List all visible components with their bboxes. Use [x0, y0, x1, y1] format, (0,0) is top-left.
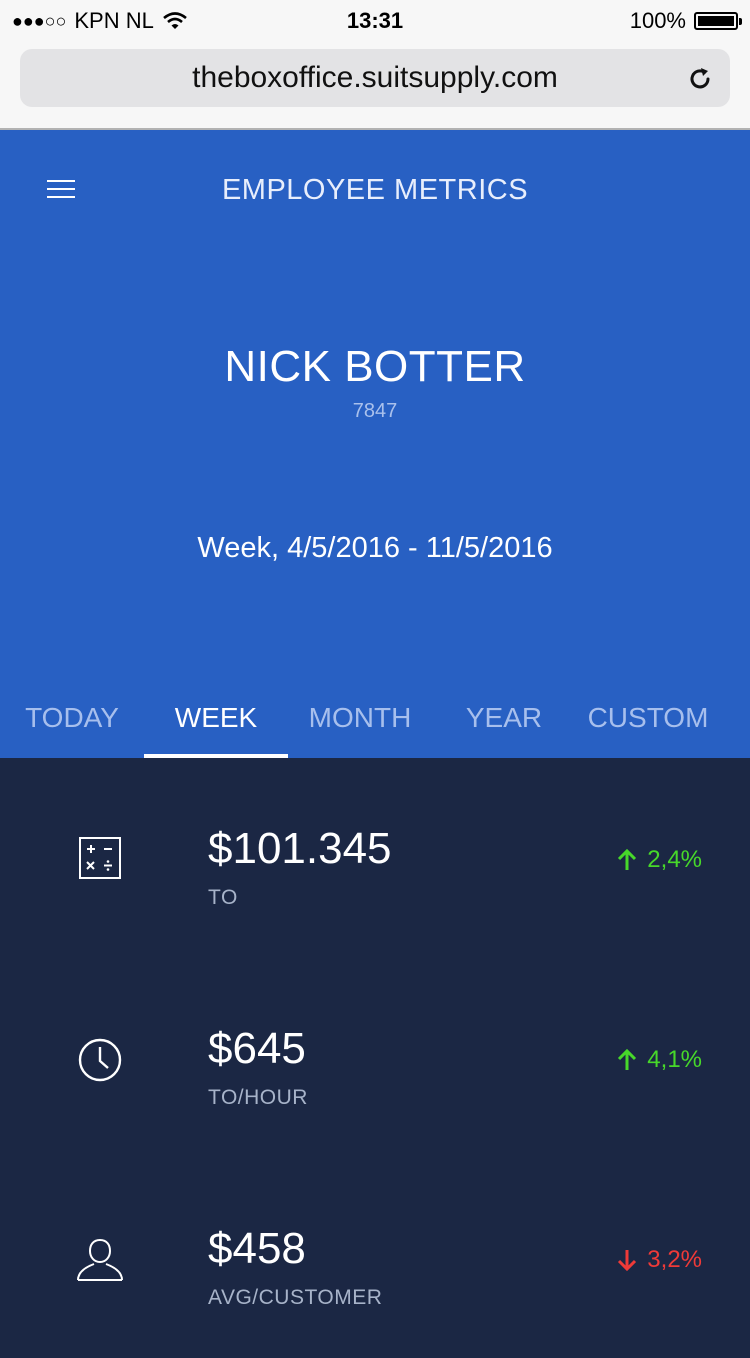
battery-percentage: 100%	[629, 8, 686, 33]
employee-name: NICK BOTTER	[224, 342, 526, 391]
metric-turnover-per-hour: $645 TO/HOUR 4,1%	[0, 958, 750, 1158]
employee-header: EMPLOYEE METRICS NICK BOTTER 7847 Week, …	[0, 130, 750, 758]
metric-turnover: $101.345 TO 2,4%	[0, 758, 750, 958]
period-tabs: TODAY WEEK MONTH YEAR CUSTOM	[0, 690, 750, 758]
calculator-icon	[79, 837, 121, 879]
metric-change: 3,2%	[617, 1246, 702, 1274]
tab-custom[interactable]: CUSTOM	[576, 690, 720, 758]
person-icon	[77, 1238, 123, 1281]
tab-label: TODAY	[25, 702, 119, 733]
metric-label: AVG/CUSTOMER	[208, 1286, 383, 1309]
metric-value: $645	[208, 1024, 306, 1073]
reload-icon[interactable]	[686, 65, 714, 93]
metric-change: 4,1%	[617, 1046, 702, 1074]
metric-label: TO	[208, 886, 238, 909]
address-bar[interactable]: theboxoffice.suitsupply.com	[20, 49, 730, 107]
page-title: EMPLOYEE METRICS	[221, 174, 529, 206]
period-range: Week, 4/5/2016 - 11/5/2016	[197, 532, 553, 564]
tab-week[interactable]: WEEK	[144, 690, 288, 758]
browser-toolbar: theboxoffice.suitsupply.com	[0, 40, 750, 130]
tab-label: CUSTOM	[587, 702, 709, 733]
tab-month[interactable]: MONTH	[288, 690, 432, 758]
metric-change: 2,4%	[617, 846, 702, 874]
url-text: theboxoffice.suitsupply.com	[192, 61, 558, 94]
tab-label: WEEK	[174, 702, 258, 733]
metric-value: $101.345	[208, 824, 392, 873]
metric-label: TO/HOUR	[208, 1086, 308, 1109]
battery-info: 100%	[629, 8, 742, 34]
arrow-up-icon	[618, 1049, 637, 1070]
metrics-list: $101.345 TO 2,4% $645 TO/HOUR 4,1% $458	[0, 758, 750, 1334]
metric-avg-customer: $458 AVG/CUSTOMER 3,2%	[0, 1158, 750, 1358]
status-bar: ●●●○○ KPN NL 13:31 100%	[0, 0, 750, 40]
metric-change-value: 3,2%	[647, 1246, 702, 1273]
battery-icon	[694, 12, 742, 30]
metric-change-value: 4,1%	[647, 1046, 702, 1073]
tab-today[interactable]: TODAY	[0, 690, 144, 758]
tab-year[interactable]: YEAR	[432, 690, 576, 758]
arrow-down-icon	[618, 1250, 637, 1271]
tab-label: MONTH	[308, 702, 412, 733]
employee-id: 7847	[352, 400, 398, 422]
arrow-up-icon	[618, 849, 637, 870]
metric-change-value: 2,4%	[647, 846, 702, 873]
clock-icon	[78, 1038, 122, 1082]
tab-label: YEAR	[465, 702, 543, 733]
metric-value: $458	[208, 1224, 306, 1273]
